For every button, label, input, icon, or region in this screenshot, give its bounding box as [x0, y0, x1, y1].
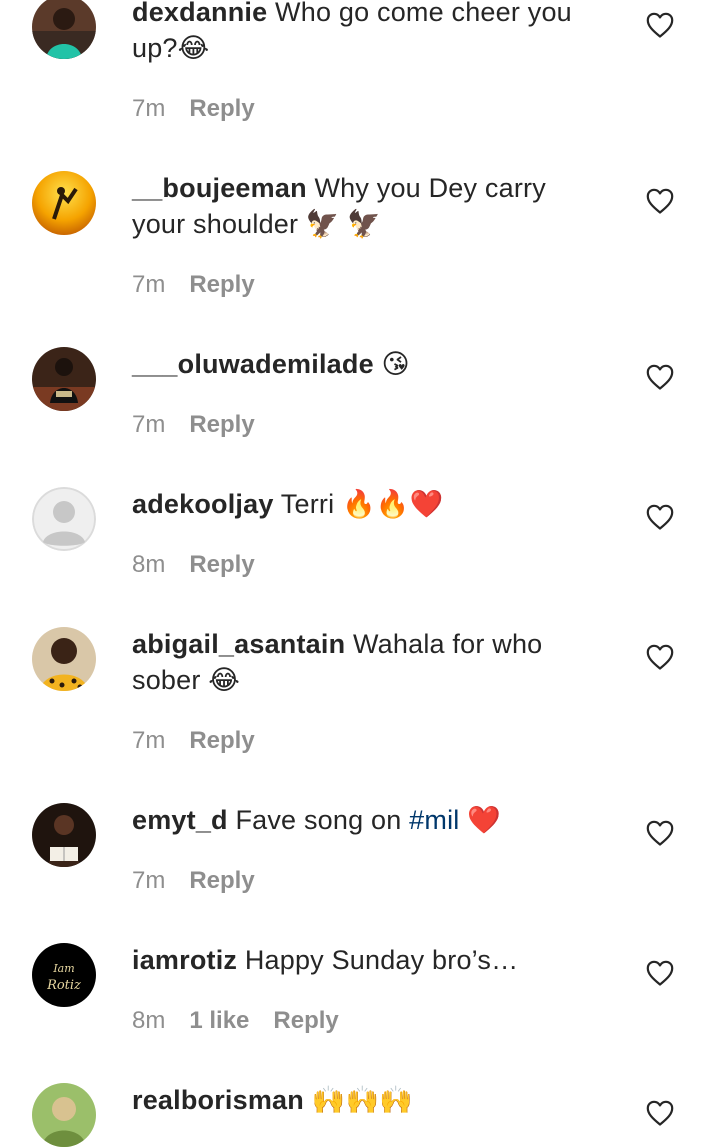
avatar[interactable]	[32, 803, 96, 867]
reply-button[interactable]: Reply	[189, 867, 254, 894]
comment-meta: 7m Reply	[132, 411, 255, 439]
comment-meta: 7m Reply	[132, 271, 255, 299]
comment-username[interactable]: abigail_asantain	[132, 629, 345, 659]
heart-outline-icon[interactable]	[646, 960, 674, 986]
avatar-image	[32, 627, 96, 691]
heart-outline-icon[interactable]	[646, 1100, 674, 1126]
comment-time: 7m	[132, 411, 166, 438]
comment-text: 🙌🙌🙌	[303, 1085, 414, 1115]
comment-text: Fave song on	[227, 805, 410, 835]
comment-meta: 7m Reply	[132, 95, 255, 123]
comment-meta: 8m 1 like Reply	[132, 1007, 339, 1035]
likes-count-button[interactable]: 1 like	[189, 1007, 249, 1034]
avatar-image	[32, 171, 96, 235]
comment-username[interactable]: ___oluwademilade	[132, 349, 374, 379]
comment-time: 8m	[132, 1007, 166, 1034]
reply-button[interactable]: Reply	[189, 411, 254, 438]
comment-meta: 7m Reply	[132, 867, 255, 895]
default-avatar-icon	[32, 487, 96, 551]
comment-username[interactable]: adekooljay	[132, 489, 274, 519]
avatar-image	[32, 347, 96, 411]
avatar-logo-text-bottom: Rotiz	[46, 978, 81, 993]
avatar-logo-text-top: Iam	[52, 962, 74, 975]
comment-time: 7m	[132, 271, 166, 298]
comment-content: dexdannie Who go come cheer you up?😂	[132, 0, 602, 66]
avatar-image	[32, 803, 96, 867]
heart-outline-icon[interactable]	[646, 820, 674, 846]
comment-text-end: ❤️	[459, 805, 502, 835]
reply-button[interactable]: Reply	[273, 1007, 338, 1034]
comment-username[interactable]: emyt_d	[132, 805, 228, 835]
heart-outline-icon[interactable]	[646, 504, 674, 530]
comment-content: __boujeeman Why you Dey carry your shoul…	[132, 170, 602, 242]
reply-button[interactable]: Reply	[189, 271, 254, 298]
comment-text: Terri 🔥🔥❤️	[273, 489, 444, 519]
reply-button[interactable]: Reply	[189, 727, 254, 754]
comment-content: abigail_asantain Wahala for who sober 😂	[132, 626, 602, 698]
comment-content: emyt_d Fave song on #mil ❤️	[132, 802, 602, 838]
heart-outline-icon[interactable]	[646, 644, 674, 670]
avatar[interactable]	[32, 627, 96, 691]
comment-username[interactable]: __boujeeman	[132, 173, 307, 203]
comment-time: 8m	[132, 551, 166, 578]
avatar-image	[32, 0, 96, 59]
heart-outline-icon[interactable]	[646, 364, 674, 390]
heart-outline-icon[interactable]	[646, 12, 674, 38]
avatar[interactable]	[32, 347, 96, 411]
comment-content: ___oluwademilade 😘	[132, 346, 602, 382]
comment-content: adekooljay Terri 🔥🔥❤️	[132, 486, 602, 522]
comment-username[interactable]: iamrotiz	[132, 945, 237, 975]
comment-username[interactable]: realborisman	[132, 1085, 304, 1115]
comment-text: 😘	[373, 349, 410, 379]
comment-text: Happy Sunday bro’s…	[237, 945, 519, 975]
avatar-image	[32, 1083, 96, 1147]
avatar[interactable]: Iam Rotiz	[32, 943, 96, 1007]
comment-hashtag-link[interactable]: #mil	[409, 805, 459, 835]
reply-button[interactable]: Reply	[189, 551, 254, 578]
reply-button[interactable]: Reply	[189, 95, 254, 122]
comment-time: 7m	[132, 727, 166, 754]
avatar-logo-image: Iam Rotiz	[32, 943, 96, 1007]
avatar[interactable]	[32, 0, 96, 59]
comment-meta: 7m Reply	[132, 727, 255, 755]
comment-content: iamrotiz Happy Sunday bro’s…	[132, 942, 602, 978]
comment-time: 7m	[132, 867, 166, 894]
avatar[interactable]	[32, 171, 96, 235]
heart-outline-icon[interactable]	[646, 188, 674, 214]
avatar[interactable]	[32, 487, 96, 551]
avatar[interactable]	[32, 1083, 96, 1147]
comments-list: dexdannie Who go come cheer you up?😂 7m R…	[0, 0, 720, 1147]
comment-username[interactable]: dexdannie	[132, 0, 267, 27]
comment-time: 7m	[132, 95, 166, 122]
comment-meta: 8m Reply	[132, 551, 255, 579]
